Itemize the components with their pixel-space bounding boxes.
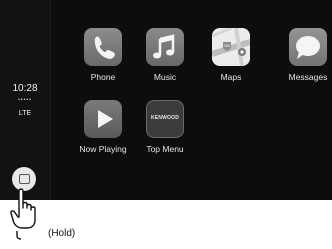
app-top-menu[interactable]: KENWOOD Top Menu	[135, 100, 195, 154]
signal-strength-icon: •••••	[18, 97, 32, 103]
play-icon	[84, 100, 122, 138]
message-bubble-icon	[289, 28, 327, 66]
app-label: Music	[153, 72, 177, 82]
app-now-playing[interactable]: Now Playing	[73, 100, 133, 154]
kenwood-logo: KENWOOD	[146, 100, 184, 138]
app-phone[interactable]: Phone	[73, 28, 133, 82]
clock-time: 10:28	[12, 83, 38, 94]
pointing-hand-icon	[6, 186, 48, 244]
map-icon: 280	[212, 28, 250, 66]
home-icon	[19, 174, 30, 184]
kenwood-logo-text: KENWOOD	[150, 115, 180, 121]
music-note-icon	[146, 28, 184, 66]
app-messages[interactable]: Messages	[278, 28, 332, 82]
status-sidebar: 10:28 ••••• LTE	[0, 0, 51, 200]
app-maps[interactable]: 280 Maps	[201, 28, 261, 82]
app-label: Maps	[220, 72, 242, 82]
phone-icon	[84, 28, 122, 66]
maps-badge: 280	[224, 43, 231, 48]
hold-instruction: (Hold)	[48, 228, 76, 239]
app-music[interactable]: Music	[135, 28, 195, 82]
network-type: LTE	[18, 110, 32, 117]
app-label: Messages	[288, 72, 328, 82]
app-label: Top Menu	[146, 144, 184, 154]
app-label: Now Playing	[79, 144, 127, 154]
carplay-screen: 10:28 ••••• LTE Phone Music 280 Maps Mes…	[0, 0, 332, 200]
app-label: Phone	[90, 72, 116, 82]
